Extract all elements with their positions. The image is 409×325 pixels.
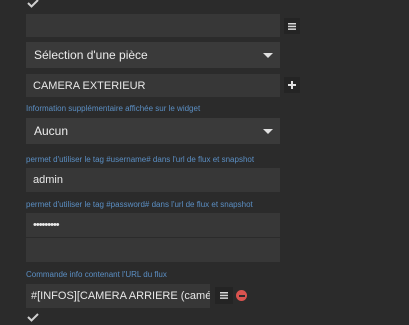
widget-info-select-value: Aucun bbox=[34, 124, 69, 138]
empty-text-field[interactable] bbox=[26, 14, 280, 37]
empty-field[interactable] bbox=[26, 238, 280, 262]
room-select-value: Sélection d'une pièce bbox=[34, 48, 148, 62]
equipment-field[interactable]: CAMERA EXTERIEUR bbox=[26, 74, 280, 97]
list-icon bbox=[288, 22, 296, 30]
chevron-down-icon bbox=[263, 129, 273, 134]
stream-list-button[interactable] bbox=[215, 287, 233, 304]
top-checkbox[interactable] bbox=[27, 0, 39, 10]
bottom-checkbox[interactable] bbox=[27, 313, 39, 323]
widget-info-select[interactable]: Aucun bbox=[26, 118, 280, 144]
plus-icon bbox=[288, 81, 296, 89]
checkmark-icon bbox=[27, 0, 39, 8]
chevron-down-icon bbox=[263, 53, 273, 58]
checkmark-icon bbox=[27, 313, 39, 322]
list-button[interactable] bbox=[284, 18, 300, 34]
password-field[interactable]: ••••••••• bbox=[26, 213, 280, 237]
widget-info-help: Information supplémentaire affichée sur … bbox=[26, 104, 201, 113]
stream-command-field-value: #[INFOS][CAMERA ARRIERE (caméra)][Flux bbox=[31, 290, 210, 302]
username-field-value: admin bbox=[33, 174, 63, 186]
minus-circle-icon bbox=[238, 294, 245, 297]
equipment-field-value: CAMERA EXTERIEUR bbox=[33, 80, 146, 92]
remove-button[interactable] bbox=[236, 290, 247, 301]
password-help: permet d'utiliser le tag #password# dans… bbox=[26, 200, 253, 209]
stream-command-help: Commande info contenant l'URL du flux bbox=[26, 270, 167, 279]
room-select[interactable]: Sélection d'une pièce bbox=[26, 42, 280, 68]
list-icon bbox=[220, 292, 228, 299]
password-field-value: ••••••••• bbox=[33, 219, 60, 231]
add-button[interactable] bbox=[284, 77, 300, 93]
stream-command-field[interactable]: #[INFOS][CAMERA ARRIERE (caméra)][Flux bbox=[26, 284, 210, 308]
username-field[interactable]: admin bbox=[26, 168, 280, 192]
username-help: permet d'utiliser le tag #username# dans… bbox=[26, 155, 255, 164]
